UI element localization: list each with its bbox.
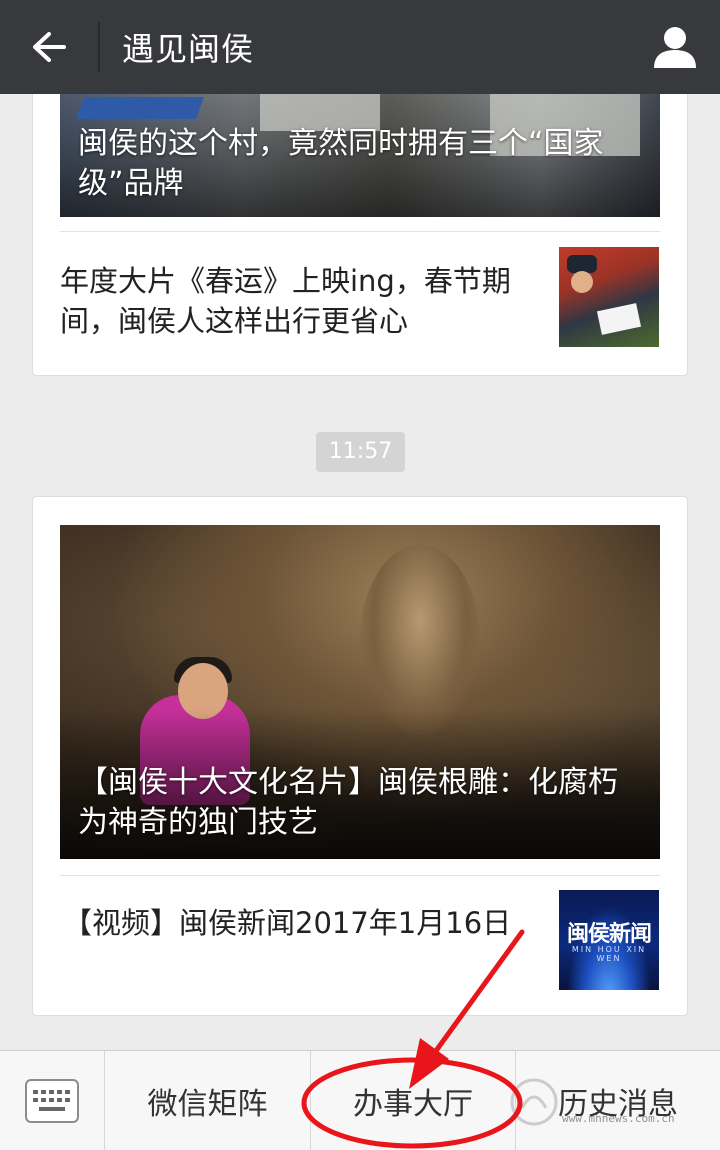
cover-image-carving (360, 545, 480, 735)
header-divider (98, 22, 100, 72)
article-title[interactable]: 【视频】闽侯新闻2017年1月16日 (63, 903, 533, 943)
thumbnail-figure-face (571, 271, 593, 293)
back-button[interactable] (0, 0, 98, 94)
menu-item-wechat-matrix[interactable]: 微信矩阵 (104, 1051, 310, 1150)
page-title: 遇见闽侯 (122, 30, 255, 68)
arrow-left-icon (33, 32, 66, 62)
thumbnail-brand-sub: MIN HOU XIN WEN (571, 945, 647, 963)
divider (60, 875, 660, 876)
message-card: 闽侯的这个村，竟然同时拥有三个“国家级”品牌 年度大片《春运》上映ing，春节期… (32, 60, 688, 376)
divider (60, 231, 660, 232)
cover-image-roof (75, 97, 205, 119)
cover-article-title: 闽侯的这个村，竟然同时拥有三个“国家级”品牌 (78, 126, 604, 201)
cover-article-title: 【闽侯十大文化名片】闽侯根雕：化腐朽为神奇的独门技艺 (78, 765, 618, 840)
keyboard-icon (25, 1079, 79, 1123)
menu-item-history[interactable]: 历史消息 (515, 1051, 720, 1150)
article-thumbnail[interactable]: 闽侯新闻 MIN HOU XIN WEN (559, 890, 659, 990)
watermark-text: www.mhnews.com.cn (562, 1112, 675, 1125)
top-bar: 遇见闽侯 (0, 0, 720, 94)
article-thumbnail[interactable] (559, 247, 659, 347)
timestamp: 11:57 (316, 432, 405, 472)
cover-article[interactable]: 【闽侯十大文化名片】闽侯根雕：化腐朽为神奇的独门技艺 (60, 525, 660, 859)
article-title[interactable]: 年度大片《春运》上映ing，春节期间，闽侯人这样出行更省心 (60, 261, 530, 341)
user-icon (654, 27, 696, 68)
thumbnail-brand: 闽侯新闻 (566, 922, 652, 947)
message-card: 【闽侯十大文化名片】闽侯根雕：化腐朽为神奇的独门技艺 【视频】闽侯新闻2017年… (32, 496, 688, 1016)
profile-button[interactable] (650, 22, 700, 72)
bottom-menu-bar: 微信矩阵 办事大厅 历史消息 (0, 1050, 720, 1150)
keyboard-toggle-button[interactable] (0, 1051, 104, 1150)
thumbnail-paper (596, 303, 642, 335)
menu-item-service-hall[interactable]: 办事大厅 (310, 1051, 515, 1150)
